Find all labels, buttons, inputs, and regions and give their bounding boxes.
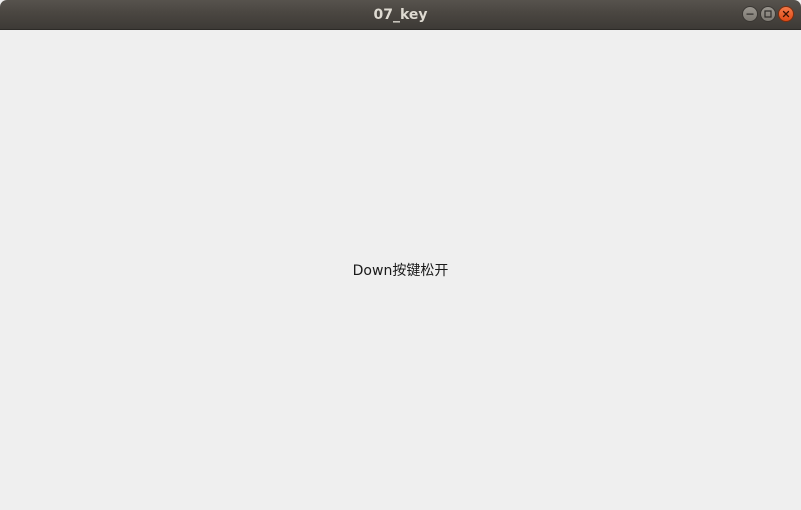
maximize-icon bbox=[764, 10, 772, 18]
minimize-icon bbox=[746, 10, 754, 18]
close-icon bbox=[782, 10, 790, 18]
window-title: 07_key bbox=[373, 7, 428, 23]
minimize-button[interactable] bbox=[742, 6, 758, 22]
key-status-label: Down按键松开 bbox=[352, 263, 449, 279]
window-controls bbox=[742, 6, 794, 24]
close-button[interactable] bbox=[778, 6, 794, 22]
app-window: 07_key Down按键松开 bbox=[0, 0, 801, 510]
maximize-button[interactable] bbox=[760, 6, 776, 22]
title-bar[interactable]: 07_key bbox=[0, 0, 801, 30]
main-content: Down按键松开 bbox=[0, 30, 801, 510]
